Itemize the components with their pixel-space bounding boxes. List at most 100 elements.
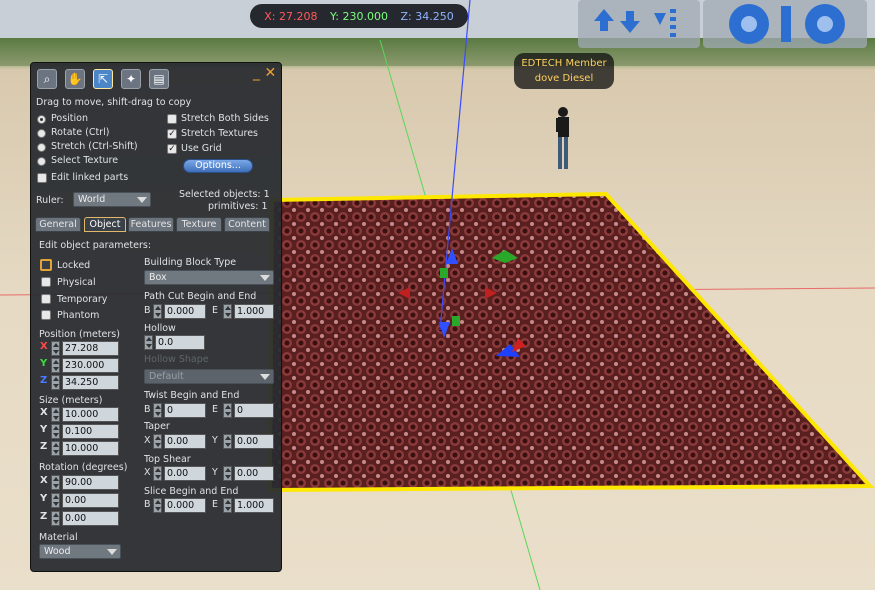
rot-y-spinner[interactable]	[51, 493, 60, 508]
slice-e-letter: E	[212, 499, 219, 510]
ruler-value: World	[78, 194, 106, 205]
taper-y-input[interactable]: 0.00	[234, 434, 274, 449]
tab-content[interactable]: Content	[224, 217, 270, 232]
mode-position-label: Position	[51, 113, 88, 124]
movement-controls[interactable]	[578, 0, 700, 48]
mode-select-texture-radio[interactable]	[37, 157, 46, 166]
avatar-name-tag: EDTECH Member dove Diesel	[514, 53, 614, 89]
stretch-textures-label: Stretch Textures	[181, 128, 259, 139]
camera-orbit-icon[interactable]	[707, 2, 863, 46]
path-cut-b-input[interactable]: 0.000	[164, 304, 206, 319]
avatar-figure[interactable]	[552, 106, 574, 174]
rotation-label: Rotation (degrees)	[39, 462, 128, 473]
size-x-spinner[interactable]	[51, 407, 60, 422]
size-y-input[interactable]: 0.100	[62, 424, 119, 439]
pos-y-input[interactable]: 230.000	[62, 358, 119, 373]
building-block-dropdown[interactable]: Box	[144, 270, 274, 285]
pos-y-spinner[interactable]	[51, 358, 60, 373]
hollow-spinner[interactable]	[144, 335, 153, 350]
rot-x-letter: X	[40, 475, 48, 486]
ruler-dropdown[interactable]: World	[73, 192, 151, 207]
twist-e-input[interactable]: 0	[234, 403, 274, 418]
use-grid-checkbox[interactable]: ✓	[167, 144, 177, 154]
rot-y-input[interactable]: 0.00	[62, 493, 119, 508]
tab-features[interactable]: Features	[128, 217, 174, 232]
options-button[interactable]: Options...	[183, 159, 253, 173]
slice-e-spinner[interactable]	[223, 498, 232, 513]
stretch-textures-checkbox[interactable]: ✓	[167, 129, 177, 139]
phantom-label: Phantom	[57, 310, 100, 321]
edit-tool-icon[interactable]: ⇱	[93, 69, 113, 89]
path-cut-b-spinner[interactable]	[153, 304, 162, 319]
locked-checkbox[interactable]	[40, 259, 52, 271]
path-cut-e-spinner[interactable]	[223, 304, 232, 319]
rot-z-spinner[interactable]	[51, 511, 60, 526]
edit-linked-checkbox[interactable]	[37, 173, 47, 183]
rot-x-input[interactable]: 90.00	[62, 475, 119, 490]
path-cut-e-input[interactable]: 1.000	[234, 304, 274, 319]
twist-e-spinner[interactable]	[223, 403, 232, 418]
position-label: Position (meters)	[39, 329, 120, 340]
y-handle-2	[452, 316, 460, 326]
top-shear-y-spinner[interactable]	[223, 466, 232, 481]
window-controls[interactable]: _ ✕	[253, 65, 276, 81]
taper-x-spinner[interactable]	[153, 434, 162, 449]
mode-position-radio[interactable]	[37, 115, 46, 124]
focus-tool-icon[interactable]: ⌕	[37, 69, 57, 89]
taper-x-letter: X	[144, 435, 151, 446]
size-z-spinner[interactable]	[51, 441, 60, 456]
mode-rotate-radio[interactable]	[37, 129, 46, 138]
slice-b-input[interactable]: 0.000	[164, 498, 206, 513]
twist-b-spinner[interactable]	[153, 403, 162, 418]
edit-params-heading: Edit object parameters:	[39, 240, 152, 251]
chevron-down-icon	[137, 197, 147, 203]
path-cut-e-letter: E	[212, 305, 219, 316]
create-tool-icon[interactable]: ✦	[121, 69, 141, 89]
taper-y-letter: Y	[212, 435, 218, 446]
y-handle-1	[440, 268, 448, 278]
mode-stretch-label: Stretch (Ctrl-Shift)	[51, 141, 138, 152]
hollow-input[interactable]: 0.0	[155, 335, 205, 350]
size-label: Size (meters)	[39, 395, 103, 406]
selected-objects: Selected objects: 1	[179, 189, 270, 200]
temporary-label: Temporary	[57, 294, 108, 305]
pos-x-spinner[interactable]	[51, 341, 60, 356]
mode-stretch-radio[interactable]	[37, 143, 46, 152]
top-shear-x-input[interactable]: 0.00	[164, 466, 206, 481]
pos-z-spinner[interactable]	[51, 375, 60, 390]
top-shear-y-input[interactable]: 0.00	[234, 466, 274, 481]
tab-object[interactable]: Object	[84, 217, 126, 232]
taper-y-spinner[interactable]	[223, 434, 232, 449]
rot-z-input[interactable]: 0.00	[62, 511, 119, 526]
camera-controls[interactable]	[703, 0, 867, 48]
size-y-spinner[interactable]	[51, 424, 60, 439]
physical-checkbox[interactable]	[41, 277, 51, 287]
land-tool-icon[interactable]: ▤	[149, 69, 169, 89]
move-arrows-icon[interactable]	[584, 3, 694, 45]
twist-b-input[interactable]: 0	[164, 403, 206, 418]
tab-texture[interactable]: Texture	[176, 217, 222, 232]
size-z-input[interactable]: 10.000	[62, 441, 119, 456]
stretch-both-sides-checkbox[interactable]	[167, 114, 177, 124]
rot-x-spinner[interactable]	[51, 475, 60, 490]
size-x-input[interactable]: 10.000	[62, 407, 119, 422]
tab-general[interactable]: General	[35, 217, 81, 232]
slice-e-input[interactable]: 1.000	[234, 498, 274, 513]
top-shear-x-spinner[interactable]	[153, 466, 162, 481]
pos-z-input[interactable]: 34.250	[62, 375, 119, 390]
taper-x-input[interactable]: 0.00	[164, 434, 206, 449]
material-dropdown[interactable]: Wood	[39, 544, 121, 559]
slice-b-spinner[interactable]	[153, 498, 162, 513]
slice-b-letter: B	[144, 499, 151, 510]
slice-label: Slice Begin and End	[144, 486, 239, 497]
physical-label: Physical	[57, 277, 96, 288]
move-tool-icon[interactable]: ✋	[65, 69, 85, 89]
pos-x-input[interactable]: 27.208	[62, 341, 119, 356]
3d-viewport[interactable]: X: 27.208 Y: 230.000 Z: 34.250 EDTECH Me…	[0, 0, 875, 590]
x-coordinate: X: 27.208	[264, 9, 318, 23]
primitives-count: primitives: 1	[208, 201, 268, 212]
temporary-checkbox[interactable]	[41, 294, 51, 304]
hollow-shape-dropdown[interactable]: Default	[144, 369, 274, 384]
phantom-checkbox[interactable]	[41, 310, 51, 320]
build-tools-panel[interactable]: ⌕ ✋ ⇱ ✦ ▤ _ ✕ Drag to move, shift-drag t…	[30, 62, 282, 572]
